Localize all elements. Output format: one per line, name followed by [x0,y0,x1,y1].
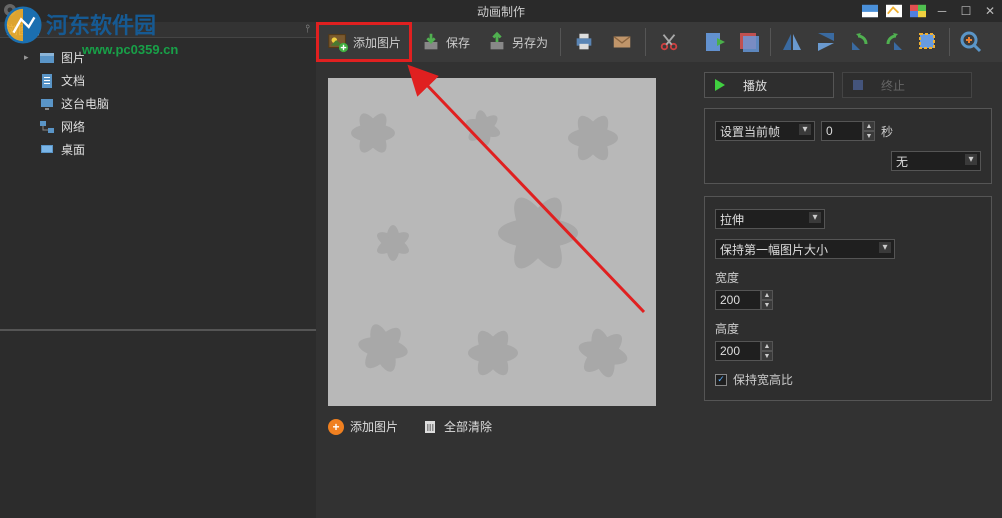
set-frame-combo[interactable]: 设置当前帧 [715,121,815,141]
add-image-icon [327,31,349,53]
preview-canvas[interactable] [328,78,656,406]
height-value: 200 [720,344,740,358]
sidebar-item-desktop[interactable]: 桌面 [0,138,316,161]
add-icon: + [328,419,344,435]
rotate-left-button[interactable] [843,24,877,60]
network-icon [39,119,55,135]
scale-mode-value: 拉伸 [720,211,744,228]
folder-pictures-icon [39,50,55,66]
add-image-button[interactable]: 添加图片 [316,22,412,62]
sidebar-header-label: 浏图片 [6,21,42,38]
sidebar-item-label: 桌面 [61,141,85,158]
seconds-label: 秒 [881,123,893,140]
flip-v-button[interactable] [809,24,843,60]
window-title: 动画制作 [477,3,525,20]
add-image-action[interactable]: + 添加图片 [328,418,398,435]
height-spin-down[interactable]: ▼ [761,351,773,361]
stop-label: 终止 [881,77,905,94]
sidebar-item-label: 这台电脑 [61,95,109,112]
scale-mode-combo[interactable]: 拉伸 [715,209,825,229]
keep-ratio-checkbox[interactable]: ✓ [715,374,727,386]
rotate-right-button[interactable] [877,24,911,60]
sidebar: 浏图片 ⫯ ▸ 图片 文档 这台电脑 网络 [0,22,316,518]
pin-icon[interactable]: ⫯ [305,23,310,36]
zoom-button[interactable] [954,24,988,60]
width-value: 200 [720,293,740,307]
save-as-button[interactable]: 另存为 [478,22,556,62]
clear-all-action[interactable]: 全部清除 [422,418,492,435]
play-icon [715,79,725,91]
flip-h-button[interactable] [775,24,809,60]
keep-size-value: 保持第一幅图片大小 [720,241,828,258]
play-button[interactable]: 播放 [704,72,834,98]
save-button[interactable]: 保存 [412,22,478,62]
sys-color-2[interactable] [882,0,906,22]
frame-spin-up[interactable]: ▲ [863,121,875,131]
computer-icon [39,96,55,112]
repeat-combo[interactable]: 无 [891,151,981,171]
add-image-action-label: 添加图片 [350,418,398,435]
play-label: 播放 [743,77,767,94]
height-label: 高度 [715,320,739,337]
save-label: 保存 [446,34,470,51]
minimize-button[interactable]: ─ [930,0,954,22]
clear-all-label: 全部清除 [444,418,492,435]
keep-ratio-label: 保持宽高比 [733,371,793,388]
save-as-icon [486,31,508,53]
stop-button[interactable]: 终止 [842,72,972,98]
desktop-icon [39,142,55,158]
save-icon [420,31,442,53]
height-spin-up[interactable]: ▲ [761,341,773,351]
printer-icon [573,31,595,53]
save-as-label: 另存为 [512,34,548,51]
crop-button[interactable] [911,24,945,60]
layer-button[interactable] [732,24,766,60]
width-spin-down[interactable]: ▼ [761,300,773,310]
document-icon [39,73,55,89]
email-button[interactable] [603,22,641,62]
frame-input[interactable]: 0 [821,121,863,141]
cut-button[interactable] [650,22,688,62]
keep-size-combo[interactable]: 保持第一幅图片大小 [715,239,895,259]
next-button[interactable] [698,24,732,60]
print-button[interactable] [565,22,603,62]
sys-color-1[interactable] [858,0,882,22]
sidebar-item-documents[interactable]: 文档 [0,69,316,92]
sys-color-3[interactable] [906,0,930,22]
app-icon [2,2,18,18]
clear-icon [422,419,438,435]
add-image-label: 添加图片 [353,34,401,51]
width-spin-up[interactable]: ▲ [761,290,773,300]
sidebar-item-pictures[interactable]: ▸ 图片 [0,46,316,69]
repeat-value: 无 [896,153,908,170]
stop-icon [853,80,863,90]
expand-icon[interactable]: ▸ [24,52,33,63]
maximize-button[interactable]: ☐ [954,0,978,22]
sidebar-item-network[interactable]: 网络 [0,115,316,138]
close-button[interactable]: ✕ [978,0,1002,22]
width-input[interactable]: 200 [715,290,761,310]
width-label: 宽度 [715,269,739,286]
frame-panel: 设置当前帧 0 ▲ ▼ 秒 无 [704,108,992,184]
sidebar-header: 浏图片 ⫯ [0,22,316,38]
height-input[interactable]: 200 [715,341,761,361]
size-panel: 拉伸 保持第一幅图片大小 宽度 200 ▲ ▼ [704,196,992,401]
sidebar-item-label: 图片 [61,49,85,66]
scissors-icon [658,31,680,53]
email-icon [611,31,633,53]
canvas-area [316,62,694,406]
frame-value: 0 [826,124,833,138]
frame-spin-down[interactable]: ▼ [863,131,875,141]
sidebar-item-label: 网络 [61,118,85,135]
set-frame-label: 设置当前帧 [720,123,780,140]
sidebar-item-computer[interactable]: 这台电脑 [0,92,316,115]
sidebar-item-label: 文档 [61,72,85,89]
